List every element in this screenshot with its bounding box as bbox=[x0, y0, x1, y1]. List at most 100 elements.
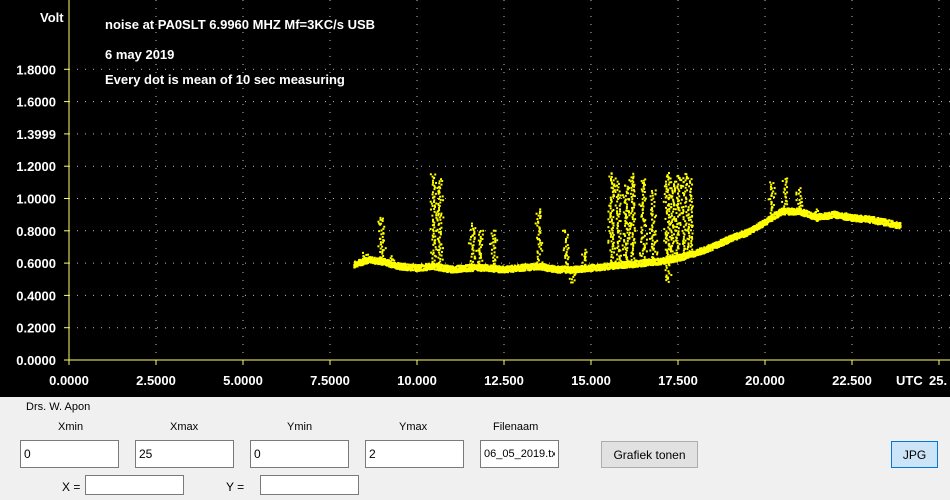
data-point bbox=[611, 245, 614, 248]
data-point bbox=[537, 233, 540, 236]
data-point bbox=[631, 198, 634, 201]
data-point bbox=[610, 220, 613, 223]
data-point bbox=[441, 195, 444, 198]
data-point bbox=[612, 256, 615, 259]
data-point bbox=[669, 206, 672, 209]
data-point bbox=[644, 223, 647, 226]
data-point bbox=[613, 263, 616, 266]
data-point bbox=[479, 239, 482, 242]
data-point bbox=[653, 205, 656, 208]
data-point bbox=[667, 203, 670, 206]
data-point bbox=[564, 261, 567, 264]
data-point bbox=[381, 241, 384, 244]
data-point bbox=[431, 263, 434, 266]
data-point bbox=[536, 261, 539, 264]
data-point bbox=[612, 238, 615, 241]
data-point bbox=[570, 278, 573, 281]
data-point bbox=[639, 254, 642, 257]
data-point bbox=[631, 249, 634, 252]
data-point bbox=[625, 213, 628, 216]
data-point bbox=[380, 222, 383, 225]
data-point bbox=[679, 223, 682, 226]
data-point bbox=[624, 219, 627, 222]
data-point bbox=[652, 233, 655, 236]
data-point bbox=[645, 238, 648, 241]
data-point bbox=[431, 257, 434, 260]
data-point bbox=[664, 180, 667, 183]
data-point bbox=[536, 255, 539, 258]
data-point bbox=[613, 247, 616, 250]
data-point bbox=[472, 244, 475, 247]
data-point bbox=[664, 241, 667, 244]
data-point bbox=[638, 203, 641, 206]
data-point bbox=[489, 243, 492, 246]
data-point bbox=[612, 265, 615, 268]
data-point bbox=[439, 201, 442, 204]
data-point bbox=[664, 217, 667, 220]
data-point bbox=[626, 231, 629, 234]
data-point bbox=[683, 245, 686, 248]
data-point bbox=[609, 232, 612, 235]
data-point bbox=[379, 241, 382, 244]
data-point bbox=[653, 243, 656, 246]
data-point bbox=[431, 261, 434, 264]
data-point bbox=[631, 251, 634, 254]
data-point bbox=[609, 249, 612, 252]
data-point bbox=[440, 183, 443, 186]
data-point bbox=[439, 218, 442, 221]
data-point bbox=[469, 228, 472, 231]
data-point bbox=[441, 180, 444, 183]
data-point bbox=[434, 246, 437, 249]
data-point bbox=[612, 187, 615, 190]
data-point bbox=[623, 254, 626, 257]
data-point bbox=[651, 261, 654, 264]
data-point bbox=[669, 247, 672, 250]
data-point bbox=[433, 204, 436, 207]
data-point bbox=[650, 207, 653, 210]
data-point bbox=[631, 218, 634, 221]
data-point bbox=[496, 239, 499, 242]
data-point bbox=[640, 180, 643, 183]
data-point bbox=[626, 259, 629, 262]
data-point bbox=[633, 260, 636, 263]
data-point bbox=[617, 186, 620, 189]
data-point bbox=[565, 253, 568, 256]
data-point bbox=[631, 206, 634, 209]
data-point bbox=[652, 247, 655, 250]
data-point bbox=[536, 258, 539, 261]
data-point bbox=[391, 258, 394, 261]
data-point bbox=[431, 224, 434, 227]
data-point bbox=[643, 258, 646, 261]
data-point bbox=[666, 251, 669, 254]
data-point bbox=[472, 227, 475, 230]
data-point bbox=[709, 249, 712, 252]
data-point bbox=[640, 214, 643, 217]
data-point bbox=[666, 174, 669, 177]
data-point bbox=[634, 229, 637, 232]
data-point bbox=[378, 237, 381, 240]
data-point bbox=[378, 230, 381, 233]
data-point bbox=[494, 237, 497, 240]
data-point bbox=[677, 230, 680, 233]
data-point bbox=[492, 241, 495, 244]
data-point bbox=[643, 187, 646, 190]
data-point bbox=[390, 255, 393, 258]
data-point bbox=[438, 222, 441, 225]
data-point bbox=[683, 192, 686, 195]
data-point bbox=[479, 246, 482, 249]
data-point bbox=[609, 196, 612, 199]
data-point bbox=[537, 214, 540, 217]
data-point bbox=[438, 180, 441, 183]
data-point bbox=[491, 235, 494, 238]
data-point bbox=[632, 188, 635, 191]
data-point bbox=[538, 226, 541, 229]
data-point bbox=[668, 196, 671, 199]
data-point bbox=[675, 239, 678, 242]
data-point bbox=[379, 216, 382, 219]
data-point bbox=[607, 239, 610, 242]
data-point bbox=[610, 172, 613, 175]
data-point bbox=[612, 179, 615, 182]
data-point bbox=[493, 254, 496, 257]
data-point bbox=[433, 199, 436, 202]
data-point bbox=[431, 179, 434, 182]
